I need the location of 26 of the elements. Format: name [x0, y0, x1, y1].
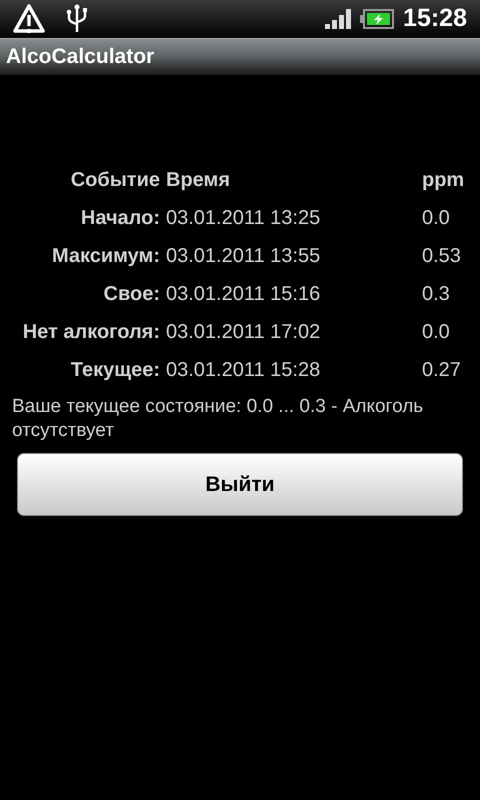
table-cell-text: Свое:: [102, 282, 160, 307]
table-cell-text: Время: [166, 168, 231, 193]
signal-icon: [325, 9, 354, 29]
table-cell-text: Текущее:: [70, 358, 160, 383]
window-title: AlcoCalculator: [6, 44, 154, 70]
table-cell-text: ppm: [422, 168, 466, 193]
table-cell-text: 03.01.2011 13:55: [166, 244, 322, 269]
table-cell-text: Событие: [70, 168, 160, 193]
table-cell-text: 0.27: [422, 358, 462, 383]
warning-icon: [13, 4, 45, 34]
battery-charging-icon: [360, 9, 394, 29]
table-cell-text: 0.3: [422, 282, 451, 307]
clock: 15:28: [403, 3, 467, 34]
table-cell-text: Максимум:: [50, 244, 160, 269]
table-cell-text: 03.01.2011 17:02: [166, 320, 322, 345]
table-cell-text: 03.01.2011 15:16: [166, 282, 322, 307]
table-cell-text: 0.0: [422, 206, 451, 231]
table-cell-text: 03.01.2011 13:25: [166, 206, 322, 231]
table-cell-text: 0.0: [422, 320, 451, 345]
table-cell-text: Начало:: [80, 206, 160, 231]
table-cell-text: 0.53: [422, 244, 462, 269]
usb-icon: [65, 4, 89, 34]
table-cell-text: 03.01.2011 15:28: [166, 358, 322, 383]
status-message: Ваше текущее состояние: 0.0 ... 0.3 - Алкоголь отсутствует: [11, 395, 424, 443]
table-cell-text: Нет алкоголя:: [22, 320, 160, 345]
exit-button[interactable]: Выйти: [17, 453, 463, 516]
